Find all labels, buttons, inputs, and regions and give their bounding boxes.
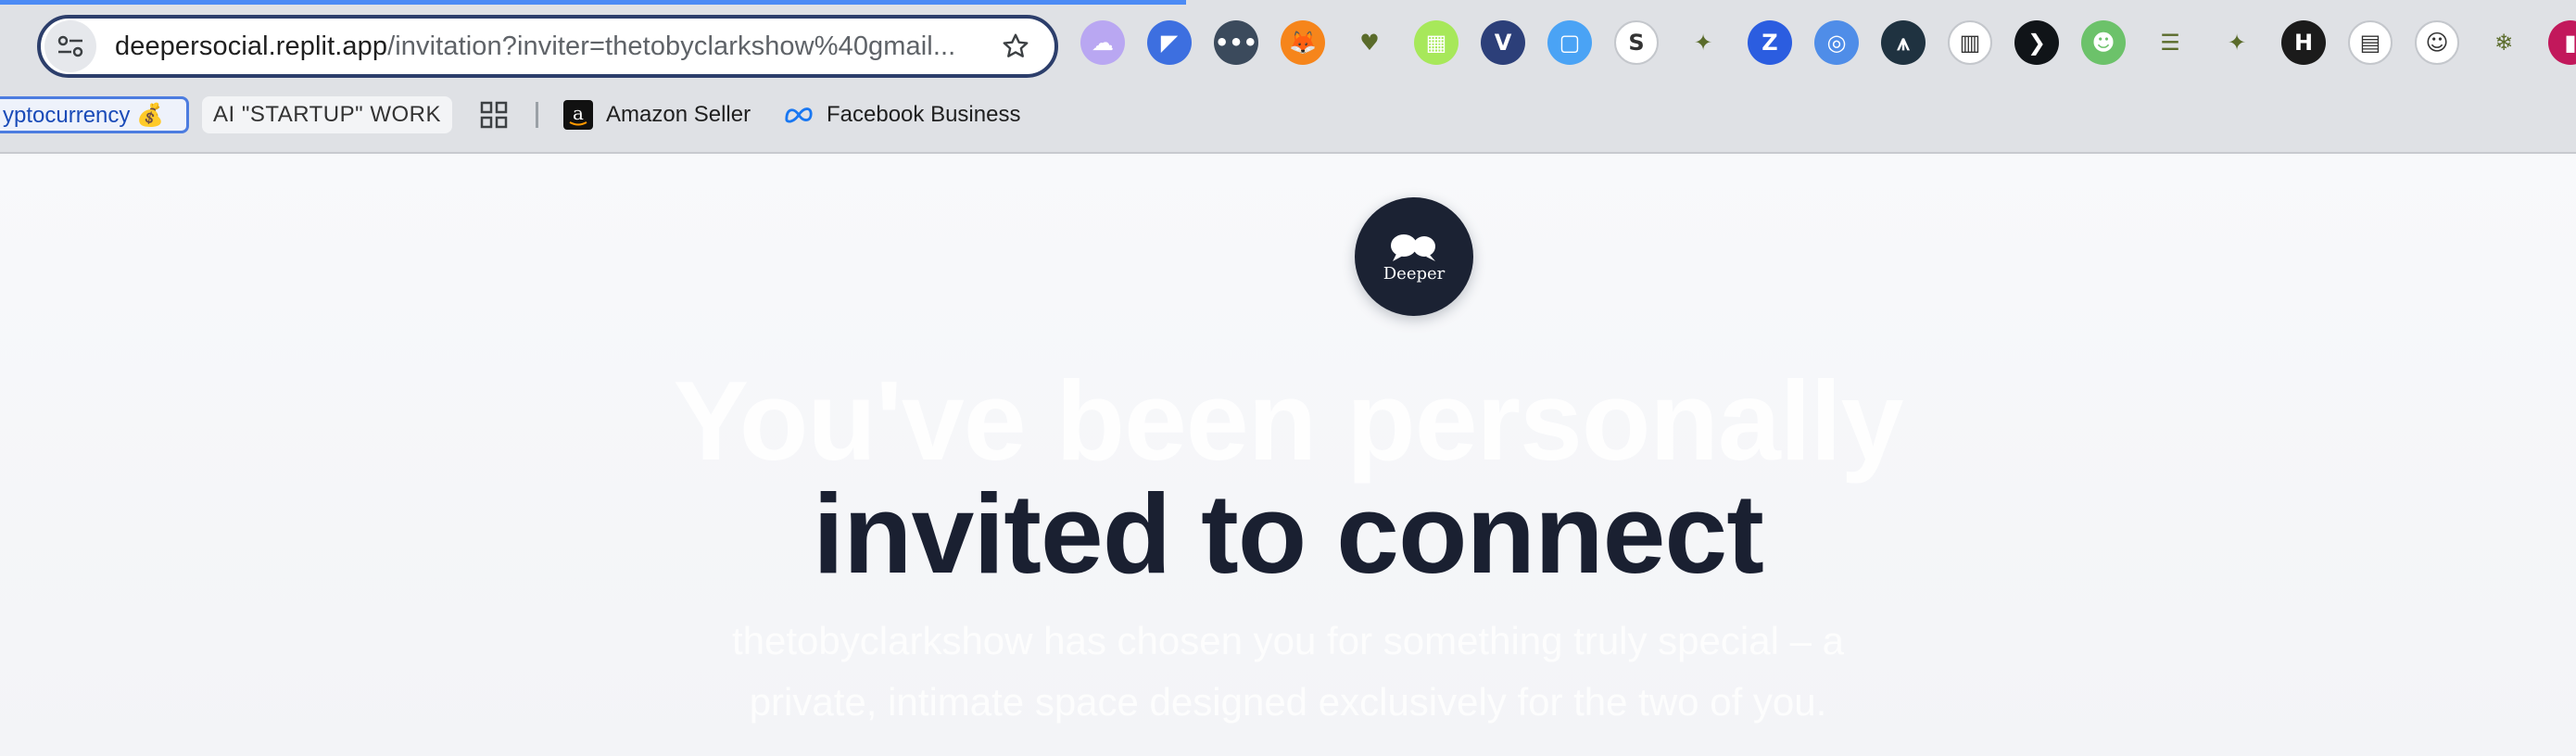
bookmark-amazon-seller[interactable]: a Amazon Seller <box>563 96 751 133</box>
headline-line-2: invited to connect <box>813 471 1764 597</box>
subtitle-line-1: thetobyclarkshow has chosen you for some… <box>732 619 1844 662</box>
meta-logo-icon <box>784 100 814 130</box>
v-extension-icon[interactable]: V <box>1481 20 1525 65</box>
page-load-progress-bar <box>0 0 1186 5</box>
z-extension-icon[interactable]: Z <box>1748 20 1792 65</box>
logo-text: Deeper <box>1383 263 1446 284</box>
note-extension-icon[interactable]: ▢ <box>1547 20 1592 65</box>
svg-text:a: a <box>573 102 584 124</box>
amazon-logo-icon: a <box>563 100 593 130</box>
bookmark-crypto-label: yptocurrency 💰 <box>3 102 164 128</box>
url-domain: deepersocial.replit.app <box>115 31 388 61</box>
s-extension-icon[interactable]: S <box>1614 20 1659 65</box>
bookmark-facebook-label: Facebook Business <box>827 102 1021 127</box>
circle-wave-icon[interactable]: ◎ <box>1814 20 1859 65</box>
pink-extension-icon[interactable]: ▮ <box>2548 20 2576 65</box>
barcode-extension-icon[interactable]: ▥ <box>1948 20 1992 65</box>
url-text[interactable]: deepersocial.replit.app/invitation?invit… <box>115 32 986 62</box>
headline-line-1: You've been personally <box>673 358 1904 484</box>
bookmark-facebook-business[interactable]: Facebook Business <box>784 96 1020 133</box>
bookmark-crypto-folder[interactable]: yptocurrency 💰 <box>0 96 189 133</box>
speech-bubbles-icon <box>1391 233 1435 261</box>
subtitle-line-2: private, intimate space designed exclusi… <box>749 680 1827 724</box>
bookmark-separator <box>536 102 538 128</box>
heart-extension-icon[interactable]: ♥ <box>1347 20 1392 65</box>
h-extension-icon[interactable]: H <box>2281 20 2326 65</box>
browser-toolbar: deepersocial.replit.app/invitation?invit… <box>0 0 2576 93</box>
face-outline-icon[interactable]: ☺ <box>2415 20 2459 65</box>
bookmark-star-icon[interactable] <box>990 20 1042 72</box>
metamask-fox-icon[interactable]: 🦊 <box>1281 20 1325 65</box>
ghost-extension-icon[interactable]: ☁ <box>1080 20 1125 65</box>
sail-extension-icon[interactable]: ◤ <box>1147 20 1192 65</box>
dots-extension-icon[interactable]: ••• <box>1214 20 1258 65</box>
bookmark-amazon-label: Amazon Seller <box>606 102 751 127</box>
dino-green-icon[interactable]: ✦ <box>2215 20 2259 65</box>
grid-extension-icon[interactable]: ▦ <box>1414 20 1458 65</box>
compass-extension-icon[interactable]: ⩚ <box>1881 20 1926 65</box>
bookmark-ai-startup-folder[interactable]: AI "STARTUP" WORK <box>202 96 452 133</box>
arrow-extension-icon[interactable]: ❯ <box>2014 20 2059 65</box>
dino-extension-icon[interactable]: ✦ <box>1681 20 1725 65</box>
extensions-toolbar: ☁ ◤ ••• 🦊 ♥ ▦ V ▢ S ✦ Z ◎ ⩚ ▥ ❯ ☻ ☰ ✦ H ▤ ☺ ❄ ▮ <box>1080 20 2576 72</box>
frog-extension-icon[interactable]: ☻ <box>2081 20 2126 65</box>
site-info-icon[interactable] <box>44 20 96 72</box>
address-bar[interactable]: deepersocial.replit.app/invitation?invit… <box>37 15 1058 78</box>
apps-grid-icon[interactable] <box>478 96 510 133</box>
snowflake-extension-icon[interactable]: ❄ <box>2481 20 2526 65</box>
flag-extension-icon[interactable]: ▤ <box>2348 20 2393 65</box>
layers-extension-icon[interactable]: ☰ <box>2148 20 2192 65</box>
bookmark-ai-label: AI "STARTUP" WORK <box>212 102 441 127</box>
url-path: /invitation?inviter=thetobyclarkshow%40g… <box>387 31 956 61</box>
deeper-logo: Deeper <box>1355 197 1473 316</box>
